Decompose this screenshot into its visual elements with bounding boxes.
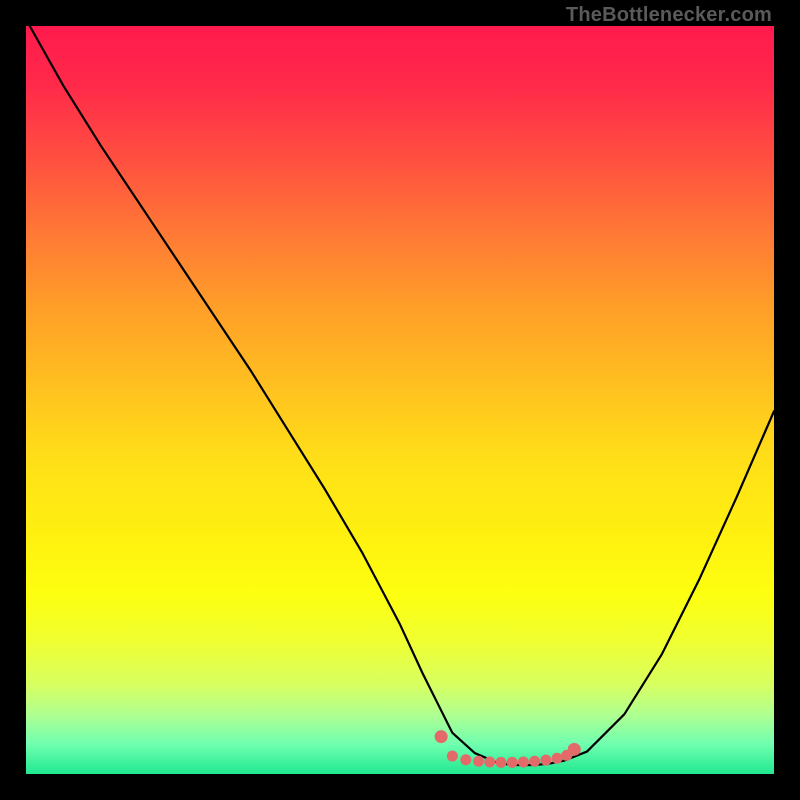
marker-dot (484, 757, 495, 768)
marker-dot (552, 753, 563, 764)
marker-dot (447, 751, 458, 762)
marker-dot (495, 757, 506, 768)
marker-dot (460, 754, 471, 765)
marker-dot (540, 755, 551, 766)
marker-dot (568, 743, 581, 756)
chart-overlay (26, 26, 774, 774)
plot-area (26, 26, 774, 774)
marker-dot (435, 730, 448, 743)
marker-dot (518, 757, 529, 768)
marker-dot (507, 757, 518, 768)
chart-container: TheBottlenecker.com (0, 0, 800, 800)
marker-dot (529, 756, 540, 767)
attribution-text: TheBottlenecker.com (566, 4, 772, 27)
bottleneck-curve (30, 26, 774, 765)
marker-dot (473, 756, 484, 767)
